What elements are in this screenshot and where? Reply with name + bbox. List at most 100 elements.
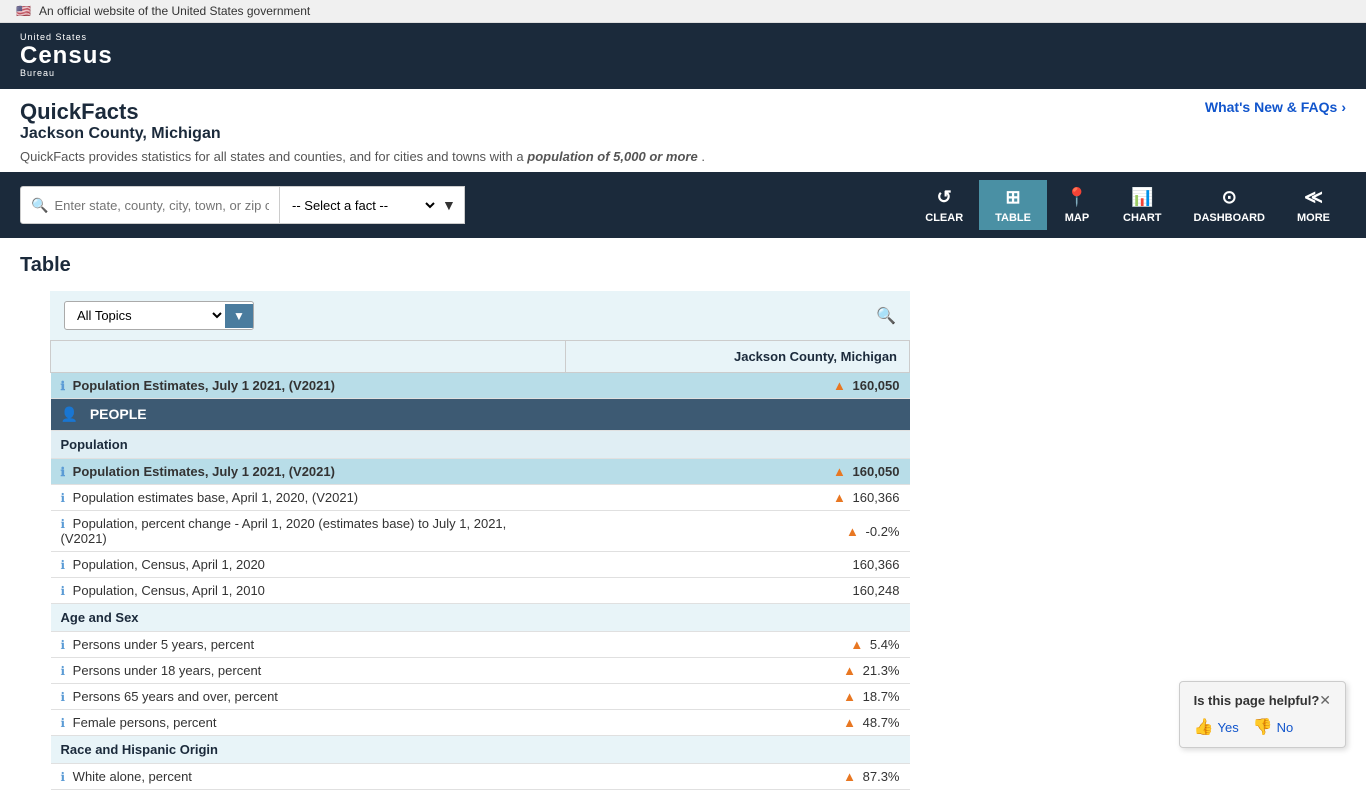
- clear-button[interactable]: ↺ CLEAR: [909, 180, 979, 230]
- row-value: ▲ 160,050: [566, 459, 910, 485]
- table-row: ℹ Population, Census, April 1, 2020 160,…: [51, 552, 910, 578]
- yes-button[interactable]: 👍 Yes: [1194, 717, 1239, 737]
- section-title: Table: [20, 254, 1346, 277]
- info-icon[interactable]: ℹ: [61, 690, 66, 704]
- table-container: All TopicsPopulationAge and SexRaceEduca…: [50, 291, 910, 790]
- site-header: United States Census Bureau: [0, 23, 1366, 89]
- page-header: QuickFacts Jackson County, Michigan What…: [0, 89, 1366, 149]
- info-icon[interactable]: ℹ: [61, 379, 66, 393]
- table-toolbar: All TopicsPopulationAge and SexRaceEduca…: [50, 291, 910, 340]
- info-icon[interactable]: ℹ: [61, 716, 66, 730]
- row-value: ▲ -0.2%: [566, 511, 910, 552]
- map-icon: 📍: [1066, 187, 1088, 208]
- row-label: ℹ Persons under 18 years, percent: [51, 658, 566, 684]
- main-content: Table All TopicsPopulationAge and SexRac…: [0, 238, 1366, 806]
- chart-icon: 📊: [1131, 187, 1153, 208]
- no-button[interactable]: 👎 No: [1253, 717, 1294, 737]
- row-label: ℹ Persons 65 years and over, percent: [51, 684, 566, 710]
- dashboard-button[interactable]: ⊙ DASHBOARD: [1178, 180, 1282, 230]
- info-icon[interactable]: ℹ: [61, 770, 66, 784]
- row-value: 160,366: [566, 552, 910, 578]
- no-label: No: [1277, 720, 1294, 735]
- triangle-icon: ▲: [833, 464, 846, 479]
- table-row: ℹ Population estimates base, April 1, 20…: [51, 485, 910, 511]
- col-header-value: Jackson County, Michigan: [566, 341, 910, 373]
- whats-new-link[interactable]: What's New & FAQs ›: [1205, 99, 1346, 115]
- row-value: ▲ 21.3%: [566, 658, 910, 684]
- description-start: QuickFacts provides statistics for all s…: [20, 149, 524, 164]
- info-icon[interactable]: ℹ: [61, 558, 66, 572]
- chart-button[interactable]: 📊 CHART: [1107, 180, 1178, 230]
- gov-banner: 🇺🇸 An official website of the United Sta…: [0, 0, 1366, 23]
- fact-select[interactable]: -- Select a fact --: [288, 197, 438, 214]
- row-value: ▲ 160,366: [566, 485, 910, 511]
- table-search-icon[interactable]: 🔍: [876, 306, 896, 326]
- widget-header: Is this page helpful? ✕: [1194, 692, 1331, 709]
- row-value: ▲ 160,050: [566, 373, 910, 399]
- triangle-icon: ▲: [850, 637, 863, 652]
- triangle-icon: ▲: [846, 524, 859, 539]
- table-row: Race and Hispanic Origin: [51, 736, 910, 764]
- close-icon[interactable]: ✕: [1319, 692, 1331, 709]
- topics-select[interactable]: All TopicsPopulationAge and SexRaceEduca…: [64, 301, 254, 330]
- row-value: ▲ 5.4%: [566, 632, 910, 658]
- dashboard-label: DASHBOARD: [1194, 212, 1266, 224]
- triangle-icon: ▲: [843, 715, 856, 730]
- table-row: ℹ Population, Census, April 1, 2010 160,…: [51, 578, 910, 604]
- row-label: ℹ Persons under 5 years, percent: [51, 632, 566, 658]
- more-icon: ≪: [1304, 187, 1323, 208]
- search-input[interactable]: [54, 198, 269, 213]
- person-icon: 👤: [61, 406, 78, 422]
- map-label: MAP: [1065, 212, 1089, 224]
- section-label: 👤 PEOPLE: [51, 399, 910, 431]
- category-label: Race and Hispanic Origin: [51, 736, 910, 764]
- dropdown-arrow-icon: ▼: [442, 197, 456, 213]
- census-logo[interactable]: United States Census Bureau: [20, 33, 113, 79]
- triangle-icon: ▲: [843, 769, 856, 784]
- table-row: ℹ Persons under 18 years, percent ▲ 21.3…: [51, 658, 910, 684]
- dashboard-icon: ⊙: [1222, 187, 1237, 208]
- table-label: TABLE: [995, 212, 1031, 224]
- row-value: ▲ 48.7%: [566, 710, 910, 736]
- triangle-icon: ▲: [843, 689, 856, 704]
- row-label: ℹ Population, percent change - April 1, …: [51, 511, 566, 552]
- subsection-label: Population: [51, 431, 910, 459]
- table-row: Population: [51, 431, 910, 459]
- info-icon[interactable]: ℹ: [61, 638, 66, 652]
- table-button[interactable]: ⊞ TABLE: [979, 180, 1047, 230]
- triangle-icon: ▲: [833, 378, 846, 393]
- map-button[interactable]: 📍 MAP: [1047, 180, 1107, 230]
- widget-buttons: 👍 Yes 👎 No: [1194, 717, 1331, 737]
- info-icon[interactable]: ℹ: [61, 517, 66, 531]
- helpful-widget: Is this page helpful? ✕ 👍 Yes 👎 No: [1179, 681, 1346, 748]
- table-row: ℹ Persons 65 years and over, percent ▲ 1…: [51, 684, 910, 710]
- row-label: ℹ Female persons, percent: [51, 710, 566, 736]
- description-bold: population of 5,000 or more: [527, 149, 697, 164]
- more-label: MORE: [1297, 212, 1330, 224]
- triangle-icon: ▲: [833, 490, 846, 505]
- thumbs-down-icon: 👎: [1253, 717, 1273, 737]
- table-row: 👤 PEOPLE: [51, 399, 910, 431]
- page-subtitle: Jackson County, Michigan: [20, 125, 221, 143]
- topics-dropdown[interactable]: All TopicsPopulationAge and SexRaceEduca…: [65, 302, 225, 329]
- yes-label: Yes: [1218, 720, 1239, 735]
- chevron-right-icon: ›: [1341, 99, 1346, 115]
- gov-banner-text: An official website of the United States…: [39, 4, 310, 18]
- toolbar: 🔍 -- Select a fact -- ▼ ↺ CLEAR ⊞ TABLE …: [0, 172, 1366, 238]
- info-icon[interactable]: ℹ: [61, 491, 66, 505]
- info-icon[interactable]: ℹ: [61, 664, 66, 678]
- category-label: Age and Sex: [51, 604, 910, 632]
- select-fact-dropdown[interactable]: -- Select a fact -- ▼: [280, 186, 465, 224]
- info-icon[interactable]: ℹ: [61, 465, 66, 479]
- table-row: ℹ Population, percent change - April 1, …: [51, 511, 910, 552]
- row-label: ℹ Population, Census, April 1, 2020: [51, 552, 566, 578]
- more-button[interactable]: ≪ MORE: [1281, 180, 1346, 230]
- page-title: QuickFacts: [20, 99, 221, 125]
- table-row: Age and Sex: [51, 604, 910, 632]
- search-box[interactable]: 🔍: [20, 186, 280, 224]
- table-row: ℹ Population Estimates, July 1 2021, (V2…: [51, 373, 910, 399]
- chart-label: CHART: [1123, 212, 1162, 224]
- info-icon[interactable]: ℹ: [61, 584, 66, 598]
- col-header-label: [51, 341, 566, 373]
- row-label: ℹ Population estimates base, April 1, 20…: [51, 485, 566, 511]
